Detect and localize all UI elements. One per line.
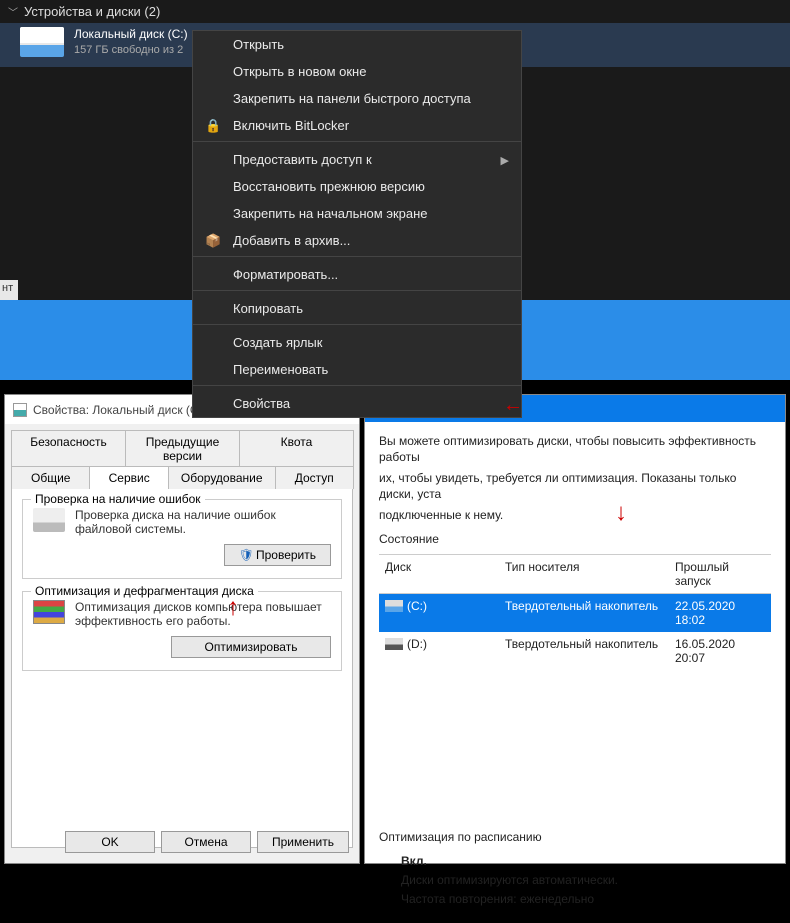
menu-item-label: Добавить в архив...: [233, 233, 350, 248]
menu-item-label: Открыть: [233, 37, 284, 52]
menu-item[interactable]: 📦 Добавить в архив...: [193, 227, 521, 257]
sidebar-fragment: нт: [0, 280, 18, 300]
menu-item[interactable]: Предоставить доступ к ▶: [193, 146, 521, 173]
menu-item[interactable]: Закрепить на панели быстрого доступа: [193, 85, 521, 112]
drive-name: Локальный диск (C:): [74, 27, 188, 43]
col-date[interactable]: Прошлый запуск: [669, 555, 771, 593]
menu-item-label: Включить BitLocker: [233, 118, 349, 133]
table-row[interactable]: (D:)Твердотельный накопитель16.05.2020 2…: [379, 632, 771, 670]
defrag-description: Оптимизация дисков компьютера повышает э…: [75, 600, 331, 628]
dialog-title: Свойства: Локальный диск (C:): [33, 403, 206, 417]
cancel-button[interactable]: Отмена: [161, 831, 251, 853]
context-menu: Открыть Открыть в новом окне Закрепить на …: [192, 30, 522, 418]
apply-button[interactable]: Применить: [257, 831, 349, 853]
menu-item-label: Закрепить на начальном экране: [233, 206, 428, 221]
table-header[interactable]: Диск Тип носителя Прошлый запуск: [379, 555, 771, 594]
menu-item[interactable]: Форматировать...: [193, 261, 521, 291]
check-description: Проверка диска на наличие ошибок файлово…: [75, 508, 331, 536]
schedule-line: Частота повторения: еженедельно: [401, 892, 771, 906]
drive-icon: [385, 600, 403, 612]
menu-item-label: Форматировать...: [233, 267, 338, 282]
drive-icon: [385, 638, 403, 650]
tab-сервис[interactable]: Сервис: [89, 466, 168, 489]
tab-безопасность[interactable]: Безопасность: [11, 430, 126, 467]
state-label: Состояние: [379, 532, 771, 548]
description-text: их, чтобы увидеть, требуется ли оптимиза…: [379, 471, 771, 502]
tab-оборудование[interactable]: Оборудование: [168, 466, 276, 489]
tab-общие[interactable]: Общие: [11, 466, 90, 489]
disk-table: Диск Тип носителя Прошлый запуск (C:)Тве…: [379, 554, 771, 670]
check-button[interactable]: 🛡Проверить: [224, 544, 331, 566]
menu-item[interactable]: Закрепить на начальном экране: [193, 200, 521, 227]
annotation-arrow-icon: ←: [503, 394, 523, 417]
tab-предыдущие версии[interactable]: Предыдущие версии: [125, 430, 240, 467]
description-text: Вы можете оптимизировать диски, чтобы по…: [379, 434, 771, 465]
menu-item[interactable]: Восстановить прежнюю версию: [193, 173, 521, 200]
menu-item[interactable]: Открыть в новом окне: [193, 58, 521, 85]
col-disk[interactable]: Диск: [379, 555, 499, 593]
group-title: Проверка на наличие ошибок: [31, 492, 205, 506]
shield-icon: 🛡: [239, 548, 254, 562]
menu-item[interactable]: Свойства ←: [193, 390, 521, 417]
menu-item-label: Открыть в новом окне: [233, 64, 366, 79]
menu-item[interactable]: Копировать: [193, 295, 521, 325]
chevron-right-icon: ▶: [501, 154, 509, 167]
menu-item-label: Свойства: [233, 396, 290, 411]
table-row[interactable]: (C:)Твердотельный накопитель22.05.2020 1…: [379, 594, 771, 632]
schedule-status: Вкл.: [401, 854, 771, 868]
menu-item[interactable]: Переименовать: [193, 356, 521, 386]
properties-dialog: Свойства: Локальный диск (C:) ✕ Безопасн…: [4, 394, 360, 864]
drive-icon: [13, 403, 27, 417]
tab-доступ[interactable]: Доступ: [275, 466, 354, 489]
tab-квота[interactable]: Квота: [239, 430, 354, 467]
menu-item-label: Создать ярлык: [233, 335, 322, 350]
error-check-group: Проверка на наличие ошибок Проверка диск…: [22, 499, 342, 579]
drive-icon: [20, 27, 64, 57]
chevron-down-icon: ﹀: [8, 4, 18, 19]
section-title: Устройства и диски (2): [24, 4, 160, 19]
tab-content-service: Проверка на наличие ошибок Проверка диск…: [11, 488, 353, 848]
description-text: подключенные к нему.: [379, 508, 771, 524]
disk-icon: [33, 508, 65, 532]
annotation-arrow-icon: ↓: [227, 595, 239, 623]
defrag-group: Оптимизация и дефрагментация диска Оптим…: [22, 591, 342, 671]
menu-item[interactable]: 🔒 Включить BitLocker: [193, 112, 521, 142]
dialog-button-row: OK Отмена Применить: [65, 831, 349, 853]
menu-item[interactable]: Создать ярлык: [193, 329, 521, 356]
menu-item-label: Копировать: [233, 301, 303, 316]
schedule-line: Диски оптимизируются автоматически.: [401, 873, 771, 887]
menu-item-label: Закрепить на панели быстрого доступа: [233, 91, 471, 106]
tab-strip: БезопасностьПредыдущие версииКвота Общие…: [5, 430, 359, 488]
schedule-header: Оптимизация по расписанию: [379, 830, 771, 844]
optimize-dialog: Оптимизация дисков Вы можете оптимизиров…: [364, 394, 786, 864]
ok-button[interactable]: OK: [65, 831, 155, 853]
menu-item[interactable]: Открыть: [193, 31, 521, 58]
menu-item-label: Восстановить прежнюю версию: [233, 179, 425, 194]
defrag-icon: [33, 600, 65, 624]
menu-item-icon: 🔒: [205, 118, 221, 134]
menu-item-label: Переименовать: [233, 362, 328, 377]
menu-item-label: Предоставить доступ к: [233, 152, 372, 167]
menu-item-icon: 📦: [205, 233, 221, 249]
section-header[interactable]: ﹀ Устройства и диски (2): [0, 0, 790, 23]
col-type[interactable]: Тип носителя: [499, 555, 669, 593]
group-title: Оптимизация и дефрагментация диска: [31, 584, 258, 598]
annotation-arrow-icon: ↓: [615, 499, 627, 527]
drive-free-space: 157 ГБ свободно из 2: [74, 43, 188, 57]
optimize-button[interactable]: Оптимизировать: [171, 636, 331, 658]
